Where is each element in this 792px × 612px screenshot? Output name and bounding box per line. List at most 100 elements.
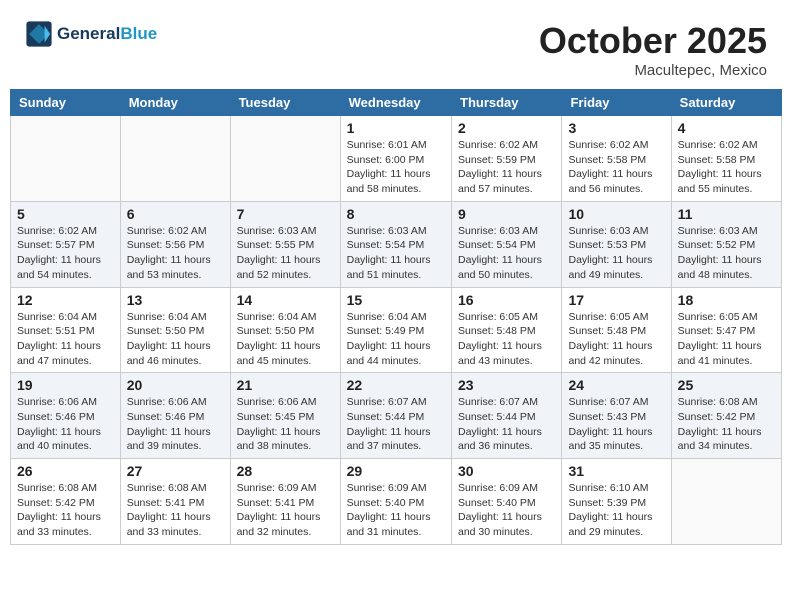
calendar-table: SundayMondayTuesdayWednesdayThursdayFrid… bbox=[10, 89, 782, 545]
day-info: Sunrise: 6:04 AM Sunset: 5:50 PM Dayligh… bbox=[237, 310, 334, 369]
day-info: Sunrise: 6:07 AM Sunset: 5:44 PM Dayligh… bbox=[347, 395, 445, 454]
day-number: 5 bbox=[17, 206, 114, 222]
calendar-cell: 8 Sunrise: 6:03 AM Sunset: 5:54 PM Daylig… bbox=[340, 201, 451, 287]
day-number: 24 bbox=[568, 377, 664, 393]
calendar-cell: 18 Sunrise: 6:05 AM Sunset: 5:47 PM Dayli… bbox=[671, 287, 781, 373]
day-info: Sunrise: 6:03 AM Sunset: 5:54 PM Dayligh… bbox=[458, 224, 555, 283]
day-number: 26 bbox=[17, 463, 114, 479]
day-number: 23 bbox=[458, 377, 555, 393]
weekday-tuesday: Tuesday bbox=[230, 90, 340, 116]
day-info: Sunrise: 6:09 AM Sunset: 5:41 PM Dayligh… bbox=[237, 481, 334, 540]
weekday-wednesday: Wednesday bbox=[340, 90, 451, 116]
logo-text: GeneralBlue bbox=[57, 24, 157, 44]
calendar-cell: 26 Sunrise: 6:08 AM Sunset: 5:42 PM Dayli… bbox=[11, 459, 121, 545]
calendar-cell: 1 Sunrise: 6:01 AM Sunset: 6:00 PM Daylig… bbox=[340, 116, 451, 202]
day-number: 12 bbox=[17, 292, 114, 308]
day-info: Sunrise: 6:02 AM Sunset: 5:56 PM Dayligh… bbox=[127, 224, 224, 283]
day-number: 28 bbox=[237, 463, 334, 479]
week-row-5: 26 Sunrise: 6:08 AM Sunset: 5:42 PM Dayli… bbox=[11, 459, 782, 545]
day-info: Sunrise: 6:01 AM Sunset: 6:00 PM Dayligh… bbox=[347, 138, 445, 197]
day-info: Sunrise: 6:05 AM Sunset: 5:48 PM Dayligh… bbox=[458, 310, 555, 369]
day-info: Sunrise: 6:04 AM Sunset: 5:50 PM Dayligh… bbox=[127, 310, 224, 369]
day-info: Sunrise: 6:02 AM Sunset: 5:58 PM Dayligh… bbox=[678, 138, 775, 197]
weekday-friday: Friday bbox=[562, 90, 671, 116]
calendar-cell: 12 Sunrise: 6:04 AM Sunset: 5:51 PM Dayli… bbox=[11, 287, 121, 373]
day-info: Sunrise: 6:03 AM Sunset: 5:52 PM Dayligh… bbox=[678, 224, 775, 283]
day-number: 4 bbox=[678, 120, 775, 136]
calendar-cell: 27Sunrise: 6:08 AM Sunset: 5:41 PM Dayli… bbox=[120, 459, 230, 545]
day-info: Sunrise: 6:07 AM Sunset: 5:43 PM Dayligh… bbox=[568, 395, 664, 454]
title-block: October 2025 Macultepec, Mexico bbox=[539, 20, 767, 79]
calendar-cell bbox=[11, 116, 121, 202]
day-info: Sunrise: 6:02 AM Sunset: 5:58 PM Dayligh… bbox=[568, 138, 664, 197]
day-number: 7 bbox=[237, 206, 334, 222]
location: Macultepec, Mexico bbox=[539, 62, 767, 79]
calendar-cell: 6 Sunrise: 6:02 AM Sunset: 5:56 PM Daylig… bbox=[120, 201, 230, 287]
day-number: 11 bbox=[678, 206, 775, 222]
page-header: GeneralBlue October 2025 Macultepec, Mex… bbox=[10, 10, 782, 84]
day-number: 27 bbox=[127, 463, 224, 479]
week-row-2: 5Sunrise: 6:02 AM Sunset: 5:57 PM Daylig… bbox=[11, 201, 782, 287]
day-number: 21 bbox=[237, 377, 334, 393]
calendar-cell: 11 Sunrise: 6:03 AM Sunset: 5:52 PM Dayli… bbox=[671, 201, 781, 287]
day-info: Sunrise: 6:02 AM Sunset: 5:59 PM Dayligh… bbox=[458, 138, 555, 197]
weekday-monday: Monday bbox=[120, 90, 230, 116]
weekday-header-row: SundayMondayTuesdayWednesdayThursdayFrid… bbox=[11, 90, 782, 116]
day-number: 29 bbox=[347, 463, 445, 479]
day-number: 20 bbox=[127, 377, 224, 393]
day-info: Sunrise: 6:10 AM Sunset: 5:39 PM Dayligh… bbox=[568, 481, 664, 540]
calendar-cell: 15 Sunrise: 6:04 AM Sunset: 5:49 PM Dayli… bbox=[340, 287, 451, 373]
day-info: Sunrise: 6:09 AM Sunset: 5:40 PM Dayligh… bbox=[458, 481, 555, 540]
day-number: 1 bbox=[347, 120, 445, 136]
calendar-cell: 28 Sunrise: 6:09 AM Sunset: 5:41 PM Dayli… bbox=[230, 459, 340, 545]
calendar-cell bbox=[120, 116, 230, 202]
day-info: Sunrise: 6:03 AM Sunset: 5:53 PM Dayligh… bbox=[568, 224, 664, 283]
calendar-cell: 4 Sunrise: 6:02 AM Sunset: 5:58 PM Daylig… bbox=[671, 116, 781, 202]
day-info: Sunrise: 6:04 AM Sunset: 5:51 PM Dayligh… bbox=[17, 310, 114, 369]
calendar-cell: 16Sunrise: 6:05 AM Sunset: 5:48 PM Dayli… bbox=[452, 287, 562, 373]
day-number: 18 bbox=[678, 292, 775, 308]
calendar-cell: 5Sunrise: 6:02 AM Sunset: 5:57 PM Daylig… bbox=[11, 201, 121, 287]
calendar-cell: 30Sunrise: 6:09 AM Sunset: 5:40 PM Dayli… bbox=[452, 459, 562, 545]
month-title: October 2025 bbox=[539, 20, 767, 62]
weekday-saturday: Saturday bbox=[671, 90, 781, 116]
day-info: Sunrise: 6:06 AM Sunset: 5:46 PM Dayligh… bbox=[17, 395, 114, 454]
calendar-cell bbox=[230, 116, 340, 202]
logo: GeneralBlue bbox=[25, 20, 157, 48]
day-number: 8 bbox=[347, 206, 445, 222]
calendar-cell: 29 Sunrise: 6:09 AM Sunset: 5:40 PM Dayli… bbox=[340, 459, 451, 545]
week-row-3: 12 Sunrise: 6:04 AM Sunset: 5:51 PM Dayli… bbox=[11, 287, 782, 373]
calendar-cell: 24 Sunrise: 6:07 AM Sunset: 5:43 PM Dayli… bbox=[562, 373, 671, 459]
day-info: Sunrise: 6:08 AM Sunset: 5:42 PM Dayligh… bbox=[17, 481, 114, 540]
calendar-cell: 14 Sunrise: 6:04 AM Sunset: 5:50 PM Dayli… bbox=[230, 287, 340, 373]
day-number: 31 bbox=[568, 463, 664, 479]
calendar-cell: 2 Sunrise: 6:02 AM Sunset: 5:59 PM Daylig… bbox=[452, 116, 562, 202]
day-info: Sunrise: 6:04 AM Sunset: 5:49 PM Dayligh… bbox=[347, 310, 445, 369]
day-info: Sunrise: 6:05 AM Sunset: 5:47 PM Dayligh… bbox=[678, 310, 775, 369]
day-number: 15 bbox=[347, 292, 445, 308]
day-number: 13 bbox=[127, 292, 224, 308]
day-number: 14 bbox=[237, 292, 334, 308]
calendar-cell: 19Sunrise: 6:06 AM Sunset: 5:46 PM Dayli… bbox=[11, 373, 121, 459]
week-row-1: 1 Sunrise: 6:01 AM Sunset: 6:00 PM Daylig… bbox=[11, 116, 782, 202]
weekday-thursday: Thursday bbox=[452, 90, 562, 116]
calendar-cell: 13 Sunrise: 6:04 AM Sunset: 5:50 PM Dayli… bbox=[120, 287, 230, 373]
weekday-sunday: Sunday bbox=[11, 90, 121, 116]
calendar-cell: 25 Sunrise: 6:08 AM Sunset: 5:42 PM Dayli… bbox=[671, 373, 781, 459]
day-info: Sunrise: 6:06 AM Sunset: 5:45 PM Dayligh… bbox=[237, 395, 334, 454]
calendar-cell: 20 Sunrise: 6:06 AM Sunset: 5:46 PM Dayli… bbox=[120, 373, 230, 459]
day-number: 2 bbox=[458, 120, 555, 136]
calendar-cell: 21 Sunrise: 6:06 AM Sunset: 5:45 PM Dayli… bbox=[230, 373, 340, 459]
day-number: 22 bbox=[347, 377, 445, 393]
calendar-cell bbox=[671, 459, 781, 545]
calendar-cell: 3 Sunrise: 6:02 AM Sunset: 5:58 PM Daylig… bbox=[562, 116, 671, 202]
day-info: Sunrise: 6:06 AM Sunset: 5:46 PM Dayligh… bbox=[127, 395, 224, 454]
day-number: 25 bbox=[678, 377, 775, 393]
day-info: Sunrise: 6:08 AM Sunset: 5:42 PM Dayligh… bbox=[678, 395, 775, 454]
day-number: 3 bbox=[568, 120, 664, 136]
day-info: Sunrise: 6:03 AM Sunset: 5:54 PM Dayligh… bbox=[347, 224, 445, 283]
day-info: Sunrise: 6:09 AM Sunset: 5:40 PM Dayligh… bbox=[347, 481, 445, 540]
day-number: 6 bbox=[127, 206, 224, 222]
calendar-cell: 10Sunrise: 6:03 AM Sunset: 5:53 PM Dayli… bbox=[562, 201, 671, 287]
day-info: Sunrise: 6:05 AM Sunset: 5:48 PM Dayligh… bbox=[568, 310, 664, 369]
